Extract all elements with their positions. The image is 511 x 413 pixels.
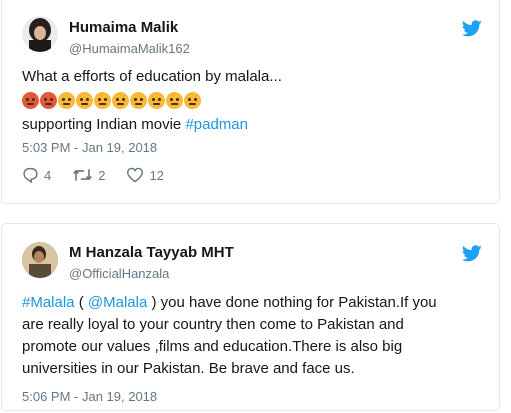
tweet-timestamp[interactable]: 5:06 PM - Jan 19, 2018 bbox=[22, 389, 157, 404]
face-with-steam-icon bbox=[148, 92, 165, 109]
avatar[interactable] bbox=[22, 16, 58, 52]
tweet-text-line3: supporting Indian movie #padman bbox=[22, 114, 248, 136]
tweet-text-line4: universities in our Pakistan. Be brave a… bbox=[22, 360, 355, 377]
tweet-actions: 4 2 12 bbox=[22, 167, 185, 183]
tweet-card-2: M Hanzala Tayyab MHT @OfficialHanzala #M… bbox=[1, 223, 500, 411]
like-button[interactable]: 12 bbox=[126, 167, 164, 183]
author-name[interactable]: M Hanzala Tayyab MHT bbox=[69, 244, 234, 261]
tweet-body: #Malala ( @Malala ) you have done nothin… bbox=[22, 292, 492, 380]
tweet-text: supporting Indian movie bbox=[22, 116, 186, 133]
author-handle[interactable]: @HumaimaMalik162 bbox=[69, 41, 190, 56]
retweet-count: 2 bbox=[98, 167, 106, 183]
tweet-card-1: Humaima Malik @HumaimaMalik162 What a ef… bbox=[1, 0, 500, 204]
twitter-bird-icon[interactable] bbox=[462, 20, 482, 37]
reply-count: 4 bbox=[44, 167, 52, 183]
retweet-button[interactable]: 2 bbox=[72, 167, 105, 183]
mention-link[interactable]: @Malala bbox=[88, 294, 147, 311]
hashtag-link[interactable]: #Malala bbox=[22, 294, 75, 311]
tweet-text-line2: are really loyal to your country then co… bbox=[22, 316, 404, 333]
reply-icon bbox=[23, 167, 38, 183]
like-icon bbox=[127, 167, 144, 183]
face-with-steam-icon bbox=[58, 92, 75, 109]
like-count: 12 bbox=[149, 167, 164, 183]
face-with-steam-icon bbox=[166, 92, 183, 109]
angry-face-icon bbox=[94, 92, 111, 109]
tweet-text-line1: What a efforts of education by malala... bbox=[22, 68, 282, 85]
face-with-steam-icon bbox=[130, 92, 147, 109]
tweet-text-line1: #Malala ( @Malala ) you have done nothin… bbox=[22, 292, 492, 314]
angry-face-icon bbox=[76, 92, 93, 109]
tweet-text-line3: promote our values ,films and education.… bbox=[22, 338, 403, 355]
author-handle[interactable]: @OfficialHanzala bbox=[69, 266, 169, 281]
angry-face-icon bbox=[112, 92, 129, 109]
face-with-steam-icon bbox=[184, 92, 201, 109]
emoji-row bbox=[22, 92, 201, 109]
twitter-bird-icon[interactable] bbox=[462, 245, 482, 262]
hashtag-link[interactable]: #padman bbox=[185, 116, 248, 133]
avatar[interactable] bbox=[22, 242, 58, 278]
tweet-text: ) you have done nothing for Pakistan.If … bbox=[147, 294, 437, 311]
reply-button[interactable]: 4 bbox=[22, 167, 51, 183]
tweet-timestamp[interactable]: 5:03 PM - Jan 19, 2018 bbox=[22, 140, 157, 155]
author-name[interactable]: Humaima Malik bbox=[69, 19, 178, 36]
pouting-face-icon bbox=[22, 92, 39, 109]
pouting-face-icon bbox=[40, 92, 57, 109]
tweet-text: ( bbox=[74, 294, 88, 311]
retweet-icon bbox=[73, 169, 93, 181]
